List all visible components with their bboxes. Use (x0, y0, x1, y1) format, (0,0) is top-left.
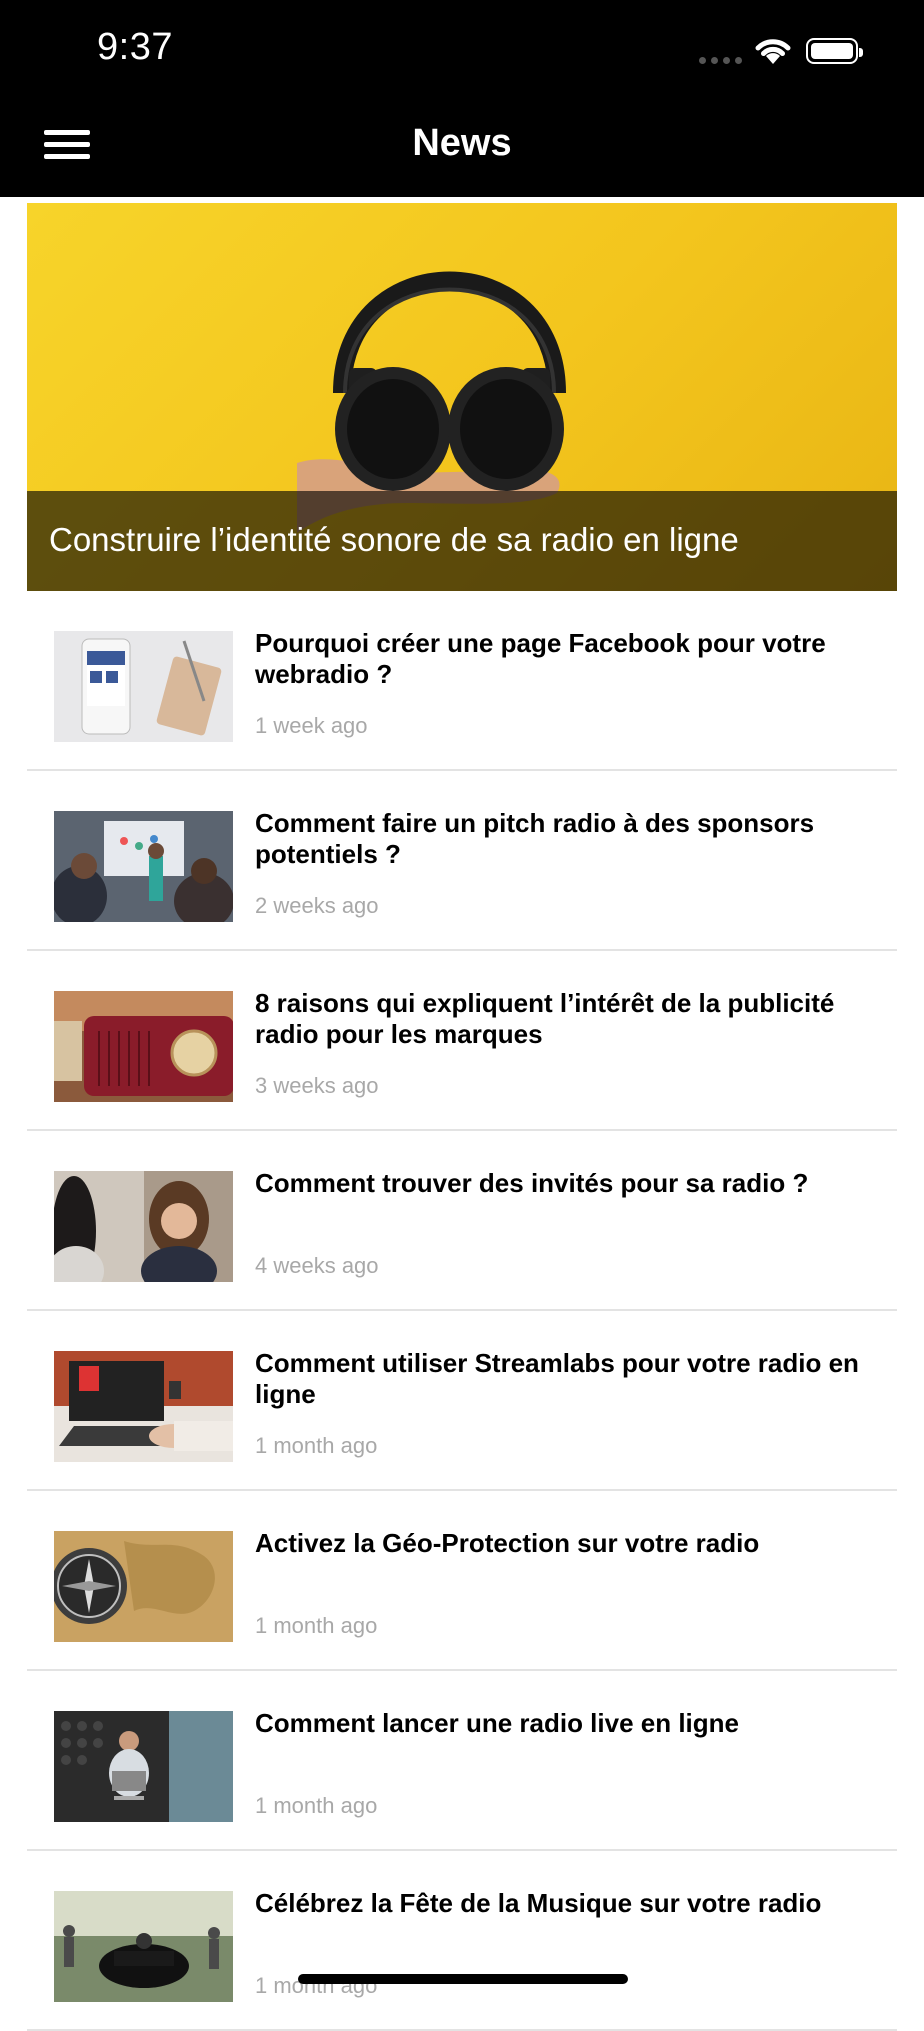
article-title: Pourquoi créer une page Facebook pour vo… (255, 628, 826, 689)
article-date: 1 month ago (255, 1613, 378, 1638)
article-thumbnail-phone-facebook (54, 631, 233, 742)
article-item[interactable]: 8 raisons qui expliquent l’intérêt de la… (27, 951, 897, 1131)
article-title: Comment lancer une radio live en ligne (255, 1708, 740, 1738)
navigation-bar: News (0, 100, 924, 197)
article-date: 4 weeks ago (255, 1253, 379, 1278)
featured-caption: Construire l’identité sonore de sa radio… (27, 491, 897, 591)
wifi-icon (755, 39, 791, 64)
article-item[interactable]: Comment utiliser Streamlabs pour votre r… (27, 1311, 897, 1491)
battery-icon (806, 38, 863, 64)
article-thumbnail-interview (54, 1171, 233, 1282)
article-date: 1 month ago (255, 1793, 378, 1818)
article-date: 1 week ago (255, 713, 368, 738)
article-thumbnail-vintage-radio (54, 991, 233, 1102)
status-time: 9:37 (97, 26, 173, 68)
article-thumbnail-piano-crowd (54, 1891, 233, 2002)
article-item[interactable]: Comment faire un pitch radio à des spons… (27, 771, 897, 951)
article-thumbnail-laptop (54, 1351, 233, 1462)
article-date: 3 weeks ago (255, 1073, 379, 1098)
featured-article[interactable]: Construire l’identité sonore de sa radio… (27, 203, 897, 591)
article-title: Activez la Géo-Protection sur votre radi… (255, 1528, 760, 1558)
article-item[interactable]: Célébrez la Fête de la Musique sur votre… (27, 1851, 897, 2031)
featured-title: Construire l’identité sonore de sa radio… (49, 521, 739, 558)
article-item[interactable]: Pourquoi créer une page Facebook pour vo… (27, 591, 897, 771)
article-thumbnail-studio (54, 1711, 233, 1822)
article-title: Célébrez la Fête de la Musique sur votre… (255, 1888, 822, 1918)
status-bar: 9:37 (0, 0, 924, 100)
article-title: Comment trouver des invités pour sa radi… (255, 1168, 809, 1198)
article-item[interactable]: Comment trouver des invités pour sa radi… (27, 1131, 897, 1311)
home-indicator[interactable] (298, 1974, 628, 1984)
article-title: 8 raisons qui expliquent l’intérêt de la… (255, 988, 835, 1049)
article-list: Pourquoi créer une page Facebook pour vo… (27, 591, 897, 2031)
article-title: Comment faire un pitch radio à des spons… (255, 808, 815, 869)
article-thumbnail-compass-map (54, 1531, 233, 1642)
article-item[interactable]: Activez la Géo-Protection sur votre radi… (27, 1491, 897, 1671)
article-item[interactable]: Comment lancer une radio live en ligne 1… (27, 1671, 897, 1851)
article-title: Comment utiliser Streamlabs pour votre r… (255, 1348, 859, 1409)
article-thumbnail-meeting (54, 811, 233, 922)
article-date: 1 month ago (255, 1433, 378, 1458)
article-date: 2 weeks ago (255, 893, 379, 918)
cellular-signal-icon (699, 57, 742, 64)
page-title: News (412, 122, 512, 164)
